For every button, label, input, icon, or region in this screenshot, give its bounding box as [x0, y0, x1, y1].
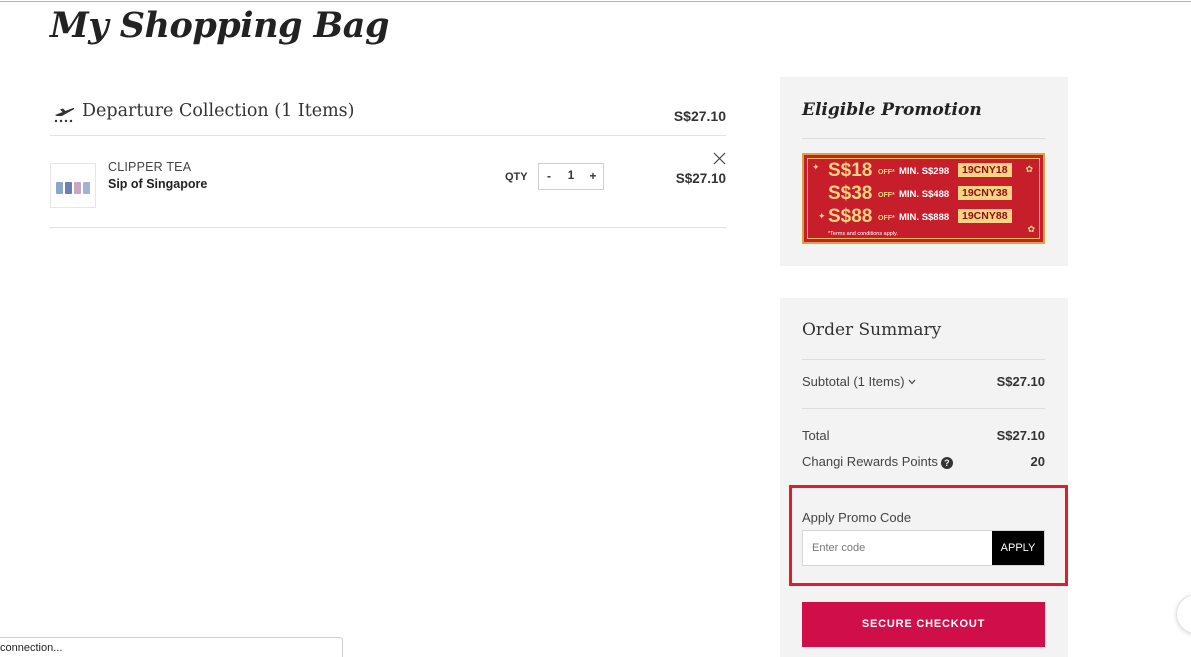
cart-item-row: CLIPPER TEA Sip of Singapore QTY - 1 + S… — [50, 137, 726, 228]
collection-header: Departure Collection (1 Items) S$27.10 — [50, 100, 726, 136]
promotion-amount: S$38 — [828, 183, 873, 204]
qty-label: QTY — [505, 171, 528, 183]
top-divider — [0, 1, 1191, 2]
collection-title: Departure Collection (1 Items) — [82, 101, 355, 121]
promotion-off: OFF* — [878, 215, 895, 222]
promotion-divider — [802, 138, 1045, 139]
promotion-min: MIN. S$298 — [899, 166, 950, 177]
rewards-value: 20 — [1030, 454, 1045, 469]
plane-departure-icon — [54, 107, 75, 123]
summary-divider — [802, 359, 1045, 360]
qty-value[interactable]: 1 — [559, 164, 583, 189]
promotion-terms: *Terms and conditions apply. — [828, 231, 898, 237]
sparkle-icon: ✦ — [818, 211, 826, 221]
tin-graphic — [56, 182, 63, 194]
eligible-promotion-panel: Eligible Promotion ✦ ✦ ✿ ✿ S$18 OFF* MIN… — [780, 77, 1068, 266]
promotion-code: 19CNY88 — [958, 209, 1012, 223]
qty-increase-button[interactable]: + — [583, 164, 603, 189]
subtotal-value: S$27.10 — [996, 374, 1045, 389]
promotion-amount: S$88 — [828, 206, 873, 227]
rewards-row: Changi Rewards Points? — [802, 454, 953, 469]
promo-code-field: APPLY — [802, 530, 1045, 566]
subtotal-label: Subtotal (1 Items) — [802, 374, 905, 389]
product-thumbnail[interactable] — [50, 163, 96, 208]
tin-graphic — [74, 182, 81, 194]
collection-total: S$27.10 — [673, 108, 726, 124]
quantity-stepper: - 1 + — [538, 163, 604, 190]
promotion-amount: S$18 — [828, 160, 873, 181]
summary-divider — [802, 408, 1045, 409]
promotion-banner[interactable]: ✦ ✦ ✿ ✿ S$18 OFF* MIN. S$298 19CNY18 S$3… — [802, 153, 1045, 244]
floating-chat-button[interactable] — [1176, 594, 1191, 634]
secure-checkout-button[interactable]: SECURE CHECKOUT — [802, 602, 1045, 647]
sparkle-icon: ✦ — [812, 162, 820, 172]
total-label: Total — [802, 428, 830, 443]
question-circle-icon[interactable]: ? — [940, 457, 953, 469]
rewards-label: Changi Rewards Points — [802, 454, 938, 469]
browser-status-bar: connection... — [0, 637, 343, 657]
promotion-title: Eligible Promotion — [802, 100, 982, 120]
item-brand: CLIPPER TEA — [108, 160, 192, 174]
status-text: connection... — [0, 642, 63, 654]
page-title: My Shopping Bag — [50, 5, 389, 46]
sparkle-icon: ✿ — [1027, 224, 1035, 234]
promo-code-label: Apply Promo Code — [802, 510, 912, 525]
chevron-down-icon — [908, 379, 916, 385]
summary-title: Order Summary — [802, 320, 942, 340]
promotion-code: 19CNY18 — [958, 163, 1012, 177]
promotion-off: OFF* — [878, 169, 895, 176]
close-icon[interactable] — [713, 152, 726, 165]
order-summary-panel: Order Summary Subtotal (1 Items) S$27.10… — [780, 298, 1068, 657]
subtotal-toggle[interactable]: Subtotal (1 Items) — [802, 374, 916, 389]
item-price: S$27.10 — [675, 171, 726, 186]
promotion-min: MIN. S$888 — [899, 212, 950, 223]
sparkle-icon: ✿ — [1025, 164, 1033, 174]
promotion-code: 19CNY38 — [958, 186, 1012, 200]
apply-button[interactable]: APPLY — [992, 531, 1044, 565]
qty-decrease-button[interactable]: - — [539, 164, 559, 189]
promo-code-input[interactable] — [803, 531, 993, 565]
promotion-off: OFF* — [878, 192, 895, 199]
tin-graphic — [83, 182, 90, 194]
total-value: S$27.10 — [996, 428, 1045, 443]
item-name[interactable]: Sip of Singapore — [108, 177, 207, 191]
promotion-min: MIN. S$488 — [899, 189, 950, 200]
tin-graphic — [65, 182, 72, 194]
